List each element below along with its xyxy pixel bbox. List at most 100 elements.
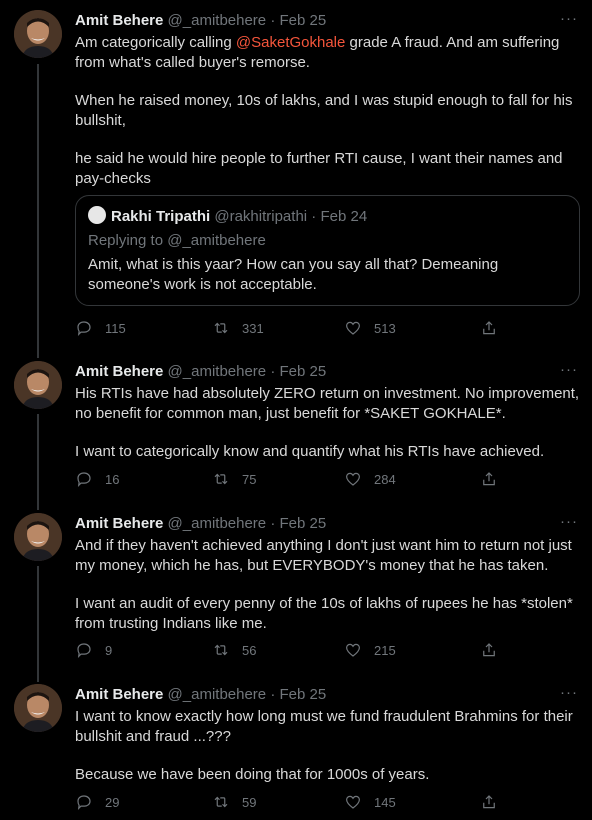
author-name[interactable]: Amit Behere	[75, 12, 163, 29]
tweet-paragraph: And if they haven't achieved anything I …	[75, 537, 572, 574]
retweet-icon	[214, 644, 228, 656]
tweet-text: His RTIs have had absolutely ZERO return…	[75, 384, 580, 462]
retweet-button[interactable]: 59	[212, 791, 256, 813]
tweet-paragraph: I want to categorically know and quantif…	[75, 443, 545, 460]
avatar[interactable]	[14, 513, 62, 561]
tweet-text: Am categorically calling @SaketGokhale g…	[75, 33, 580, 188]
thread-line	[37, 566, 39, 682]
profile-photo	[14, 513, 62, 561]
retweet-count: 56	[242, 642, 257, 658]
like-icon	[346, 795, 360, 809]
more-icon[interactable]: ···	[560, 684, 578, 702]
thread-line	[37, 414, 39, 510]
share-button[interactable]	[480, 639, 498, 661]
reply-count: 29	[105, 794, 120, 810]
separator: ·	[270, 515, 276, 532]
tweet-paragraph: His RTIs have had absolutely ZERO return…	[75, 385, 580, 422]
avatar[interactable]	[14, 361, 62, 409]
quoted-tweet[interactable]: Rakhi Tripathi @rakhitripathi · Feb 24 R…	[75, 195, 580, 306]
reply-button[interactable]: 29	[75, 791, 119, 813]
like-count: 145	[374, 794, 396, 810]
author-handle[interactable]: @_amitbehere	[168, 363, 267, 380]
reply-button[interactable]: 115	[75, 317, 126, 339]
like-icon	[346, 472, 360, 486]
profile-photo	[14, 10, 62, 58]
reply-button[interactable]: 16	[75, 468, 119, 490]
retweet-count: 75	[242, 471, 257, 487]
share-button[interactable]	[480, 468, 498, 490]
tweet-actions: 9 56 215	[75, 639, 515, 661]
retweet-button[interactable]: 331	[212, 317, 264, 339]
tweet-text: And if they haven't achieved anything I …	[75, 536, 580, 633]
separator: ·	[270, 12, 276, 29]
author-handle[interactable]: @_amitbehere	[168, 515, 267, 532]
quote-text: Amit, what is this yaar? How can you say…	[88, 256, 499, 293]
reply-count: 16	[105, 471, 120, 487]
retweet-count: 331	[242, 320, 264, 336]
like-icon	[346, 321, 360, 335]
tweet-text: I want to know exactly how long must we …	[75, 707, 580, 785]
replying-to: Replying to @_amitbehere	[88, 232, 266, 249]
retweet-button[interactable]: 75	[212, 468, 256, 490]
quote-handle: @rakhitripathi	[214, 208, 308, 225]
like-icon	[346, 643, 360, 657]
retweet-icon	[214, 473, 228, 485]
retweet-count: 59	[242, 794, 257, 810]
more-icon[interactable]: ···	[560, 361, 578, 379]
author-handle[interactable]: @_amitbehere	[168, 12, 267, 29]
tweet-actions: 16 75 284	[75, 468, 515, 490]
quote-avatar	[88, 206, 106, 224]
like-button[interactable]: 284	[344, 468, 396, 490]
more-icon[interactable]: ···	[560, 513, 578, 531]
quote-date: Feb 24	[320, 208, 368, 225]
tweet-date[interactable]: Feb 25	[280, 515, 327, 532]
separator: ·	[270, 686, 276, 703]
retweet-icon	[214, 796, 228, 808]
tweet-paragraph: I want to know exactly how long must we …	[75, 708, 573, 745]
reply-icon	[77, 795, 91, 811]
tweet-date[interactable]: Feb 25	[280, 686, 327, 703]
like-count: 513	[374, 320, 396, 336]
profile-photo	[14, 361, 62, 409]
tweet-header: Amit Behere @_amitbehere · Feb 25	[75, 515, 326, 533]
reply-count: 9	[105, 642, 113, 658]
tweet-paragraph: I want an audit of every penny of the 10…	[75, 595, 573, 632]
author-name[interactable]: Amit Behere	[75, 686, 163, 703]
author-name[interactable]: Amit Behere	[75, 515, 163, 532]
tweet-actions: 29 59 145	[75, 791, 515, 813]
reply-icon	[77, 472, 91, 488]
author-name[interactable]: Amit Behere	[75, 363, 163, 380]
reply-icon	[77, 321, 91, 337]
like-button[interactable]: 215	[344, 639, 396, 661]
tweet-paragraph: he said he would hire people to further …	[75, 150, 563, 187]
like-button[interactable]: 145	[344, 791, 396, 813]
like-button[interactable]: 513	[344, 317, 396, 339]
retweet-icon	[214, 322, 228, 334]
profile-photo	[14, 684, 62, 732]
separator: ·	[311, 208, 317, 225]
like-count: 284	[374, 471, 396, 487]
quote-header: Rakhi Tripathi @rakhitripathi · Feb 24	[88, 206, 367, 226]
retweet-button[interactable]: 56	[212, 639, 256, 661]
reply-icon	[77, 643, 91, 659]
like-count: 215	[374, 642, 396, 658]
share-icon	[483, 472, 495, 486]
thread-line	[37, 64, 39, 358]
tweet-date[interactable]: Feb 25	[280, 12, 327, 29]
reply-button[interactable]: 9	[75, 639, 112, 661]
share-button[interactable]	[480, 317, 498, 339]
more-icon[interactable]: ···	[560, 10, 578, 28]
avatar[interactable]	[14, 684, 62, 732]
author-handle[interactable]: @_amitbehere	[168, 686, 267, 703]
share-icon	[483, 795, 495, 809]
tweet-date[interactable]: Feb 25	[280, 363, 327, 380]
tweet-paragraph: Because we have been doing that for 1000…	[75, 766, 430, 783]
share-button[interactable]	[480, 791, 498, 813]
mention-link[interactable]: @SaketGokhale	[236, 34, 345, 51]
avatar[interactable]	[14, 10, 62, 58]
reply-count: 115	[105, 320, 126, 336]
tweet-paragraph: Am categorically calling @SaketGokhale g…	[75, 34, 560, 71]
tweet-header: Amit Behere @_amitbehere · Feb 25	[75, 363, 326, 381]
share-icon	[483, 643, 495, 657]
share-icon	[483, 321, 495, 335]
